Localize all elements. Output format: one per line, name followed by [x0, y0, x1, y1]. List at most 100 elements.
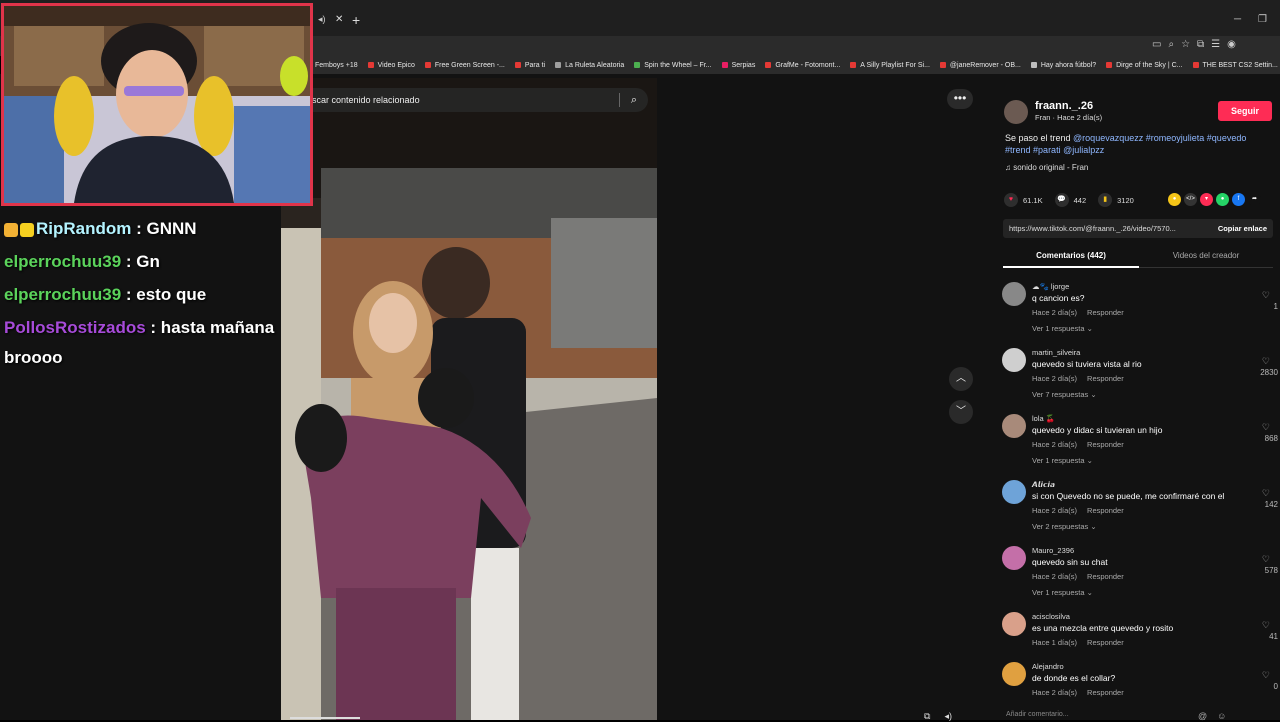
commenter-avatar[interactable] [1002, 480, 1026, 504]
tab-creator-videos[interactable]: Videos del creador [1139, 251, 1273, 260]
bookmark-item[interactable]: Spin the Wheel – Fr... [629, 62, 716, 69]
reply-button[interactable]: Responder [1087, 572, 1124, 581]
hashtag-link[interactable]: @julialpzz [1063, 145, 1104, 155]
extensions-icon[interactable]: ⧉ [1197, 39, 1204, 50]
commenter-avatar[interactable] [1002, 612, 1026, 636]
copy-link-button[interactable]: Copiar enlace [1212, 224, 1273, 233]
hashtag-link[interactable]: #romeoyjulieta [1146, 133, 1205, 143]
search-input[interactable]: scar contenido relacionado [300, 95, 619, 105]
commenter-name[interactable]: ☁🐾 ljorge [1032, 282, 1069, 291]
close-tab-icon[interactable]: ✕ [335, 14, 343, 25]
video-link[interactable]: https://www.tiktok.com/@fraann._.26/vide… [1003, 224, 1212, 233]
active-tab-indicator [1003, 266, 1139, 268]
follow-button[interactable]: Seguir [1218, 101, 1272, 121]
coin-icon[interactable]: ● [1168, 193, 1181, 206]
reply-button[interactable]: Responder [1087, 308, 1124, 317]
bookmark-item[interactable]: GrafMe - Fotomont... [760, 62, 845, 69]
next-video-button[interactable]: ﹀ [949, 400, 973, 424]
author-name[interactable]: fraann._.26 [1035, 100, 1093, 112]
comment-like-count: 0 [1238, 682, 1278, 691]
view-replies-button[interactable]: Ver 7 respuestas ⌄ [1032, 390, 1097, 399]
bookmark-item[interactable]: Para ti [510, 62, 550, 69]
bookmark-item[interactable]: La Ruleta Aleatoria [550, 62, 629, 69]
cast-icon[interactable]: ▭ [1152, 39, 1161, 50]
commenter-avatar[interactable] [1002, 282, 1026, 306]
commenter-avatar[interactable] [1002, 348, 1026, 372]
comment-like-icon[interactable]: ♡ [1262, 356, 1270, 367]
star-icon[interactable]: ☆ [1181, 39, 1190, 50]
author-avatar[interactable] [1004, 100, 1028, 124]
send-icon[interactable]: ▾ [1200, 193, 1213, 206]
share-arrow-icon[interactable]: ➦ [1248, 193, 1261, 206]
search-icon[interactable]: ⌕ [620, 94, 648, 107]
maximize-icon[interactable]: ❐ [1258, 14, 1267, 25]
reply-button[interactable]: Responder [1087, 506, 1124, 515]
comment-time: Hace 2 día(s) [1032, 506, 1077, 515]
video-progress-bar[interactable] [290, 717, 360, 719]
reply-button[interactable]: Responder [1087, 440, 1124, 449]
more-options-icon[interactable]: ••• [947, 89, 973, 109]
commenter-name[interactable]: lola 🍒 [1032, 414, 1055, 423]
pip-icon[interactable]: ⧉ [924, 711, 930, 722]
bookmark-item[interactable]: Dirge of the Sky | C... [1101, 62, 1187, 69]
commenter-avatar[interactable] [1002, 546, 1026, 570]
reply-button[interactable]: Responder [1087, 374, 1124, 383]
embed-icon[interactable]: </> [1184, 193, 1197, 206]
view-replies-button[interactable]: Ver 2 respuestas ⌄ [1032, 522, 1097, 531]
commenter-name[interactable]: Alejandro [1032, 662, 1064, 671]
bookmark-item[interactable]: Video Epico [363, 62, 420, 69]
whatsapp-icon[interactable]: ● [1216, 193, 1229, 206]
hashtag-link[interactable]: @roquevazquezz [1073, 133, 1143, 143]
search-bar[interactable]: scar contenido relacionado ⌕ [300, 88, 648, 112]
hashtag-link[interactable]: #quevedo [1207, 133, 1247, 143]
post-stats: ♥ 61.1K 💬 442 ▮ 3120 [1004, 193, 1146, 207]
reply-button[interactable]: Responder [1087, 688, 1124, 697]
bookmark-item[interactable]: @janeRemover - OB... [935, 62, 1026, 69]
commenter-name[interactable]: Mauro_2396 [1032, 546, 1074, 555]
chat-username[interactable]: RipRandom [36, 219, 131, 238]
facebook-icon[interactable]: f [1232, 193, 1245, 206]
comment-like-icon[interactable]: ♡ [1262, 620, 1270, 631]
previous-video-button[interactable]: ︿ [949, 367, 973, 391]
hashtag-link[interactable]: #trend [1005, 145, 1031, 155]
hashtag-link[interactable]: #parati [1033, 145, 1061, 155]
new-tab-icon[interactable]: + [352, 12, 360, 28]
bookmark-label: Femboys +18 [315, 62, 358, 69]
bookmark-icon [940, 62, 946, 68]
chat-username[interactable]: PollosRostizados [4, 318, 146, 337]
bookmark-item[interactable]: Free Green Screen -... [420, 62, 510, 69]
profile-icon[interactable]: ◉ [1227, 39, 1236, 50]
video-player[interactable] [281, 78, 657, 720]
bookmark-item[interactable]: Hay ahora fútbol? [1026, 62, 1101, 69]
zoom-icon[interactable]: ⌕ [1168, 39, 1174, 50]
volume-icon[interactable]: ◂) [944, 711, 952, 722]
comment-like-icon[interactable]: ♡ [1262, 554, 1270, 565]
minimize-icon[interactable]: ─ [1234, 14, 1241, 25]
view-replies-button[interactable]: Ver 1 respuesta ⌄ [1032, 456, 1093, 465]
speaker-icon[interactable]: ◂) [318, 14, 326, 25]
commenter-avatar[interactable] [1002, 662, 1026, 686]
bookmark-item[interactable]: Serpias [717, 62, 761, 69]
commenter-name[interactable]: 𝘼𝙡𝙞𝙘𝙞𝙖 [1032, 480, 1055, 489]
view-replies-button[interactable]: Ver 1 respuesta ⌄ [1032, 588, 1093, 597]
chat-username[interactable]: elperrochuu39 [4, 252, 121, 271]
comment-like-icon[interactable]: ♡ [1262, 670, 1270, 681]
commenter-avatar[interactable] [1002, 414, 1026, 438]
comment-like-icon[interactable]: ♡ [1262, 422, 1270, 433]
like-button[interactable]: ♥ 61.1K [1004, 193, 1043, 207]
commenter-name[interactable]: martin_silveira [1032, 348, 1080, 357]
add-comment-input[interactable]: Añadir comentario... [1006, 711, 1069, 718]
bookmark-item[interactable]: A Silly Playlist For Si... [845, 62, 935, 69]
commenter-name[interactable]: acisclosilva [1032, 612, 1070, 621]
comment-button[interactable]: 💬 442 [1055, 193, 1087, 207]
comment-like-icon[interactable]: ♡ [1262, 488, 1270, 499]
comment-like-icon[interactable]: ♡ [1262, 290, 1270, 301]
chat-username[interactable]: elperrochuu39 [4, 285, 121, 304]
view-replies-button[interactable]: Ver 1 respuesta ⌄ [1032, 324, 1093, 333]
save-button[interactable]: ▮ 3120 [1098, 193, 1134, 207]
bookmark-item[interactable]: THE BEST CS2 Settin... [1188, 62, 1280, 69]
reply-button[interactable]: Responder [1087, 638, 1124, 647]
menu-icon[interactable]: ☰ [1211, 39, 1220, 50]
sound-link[interactable]: ♫ sonido original - Fran [1005, 163, 1088, 172]
tab-comments[interactable]: Comentarios (442) [1003, 251, 1139, 260]
